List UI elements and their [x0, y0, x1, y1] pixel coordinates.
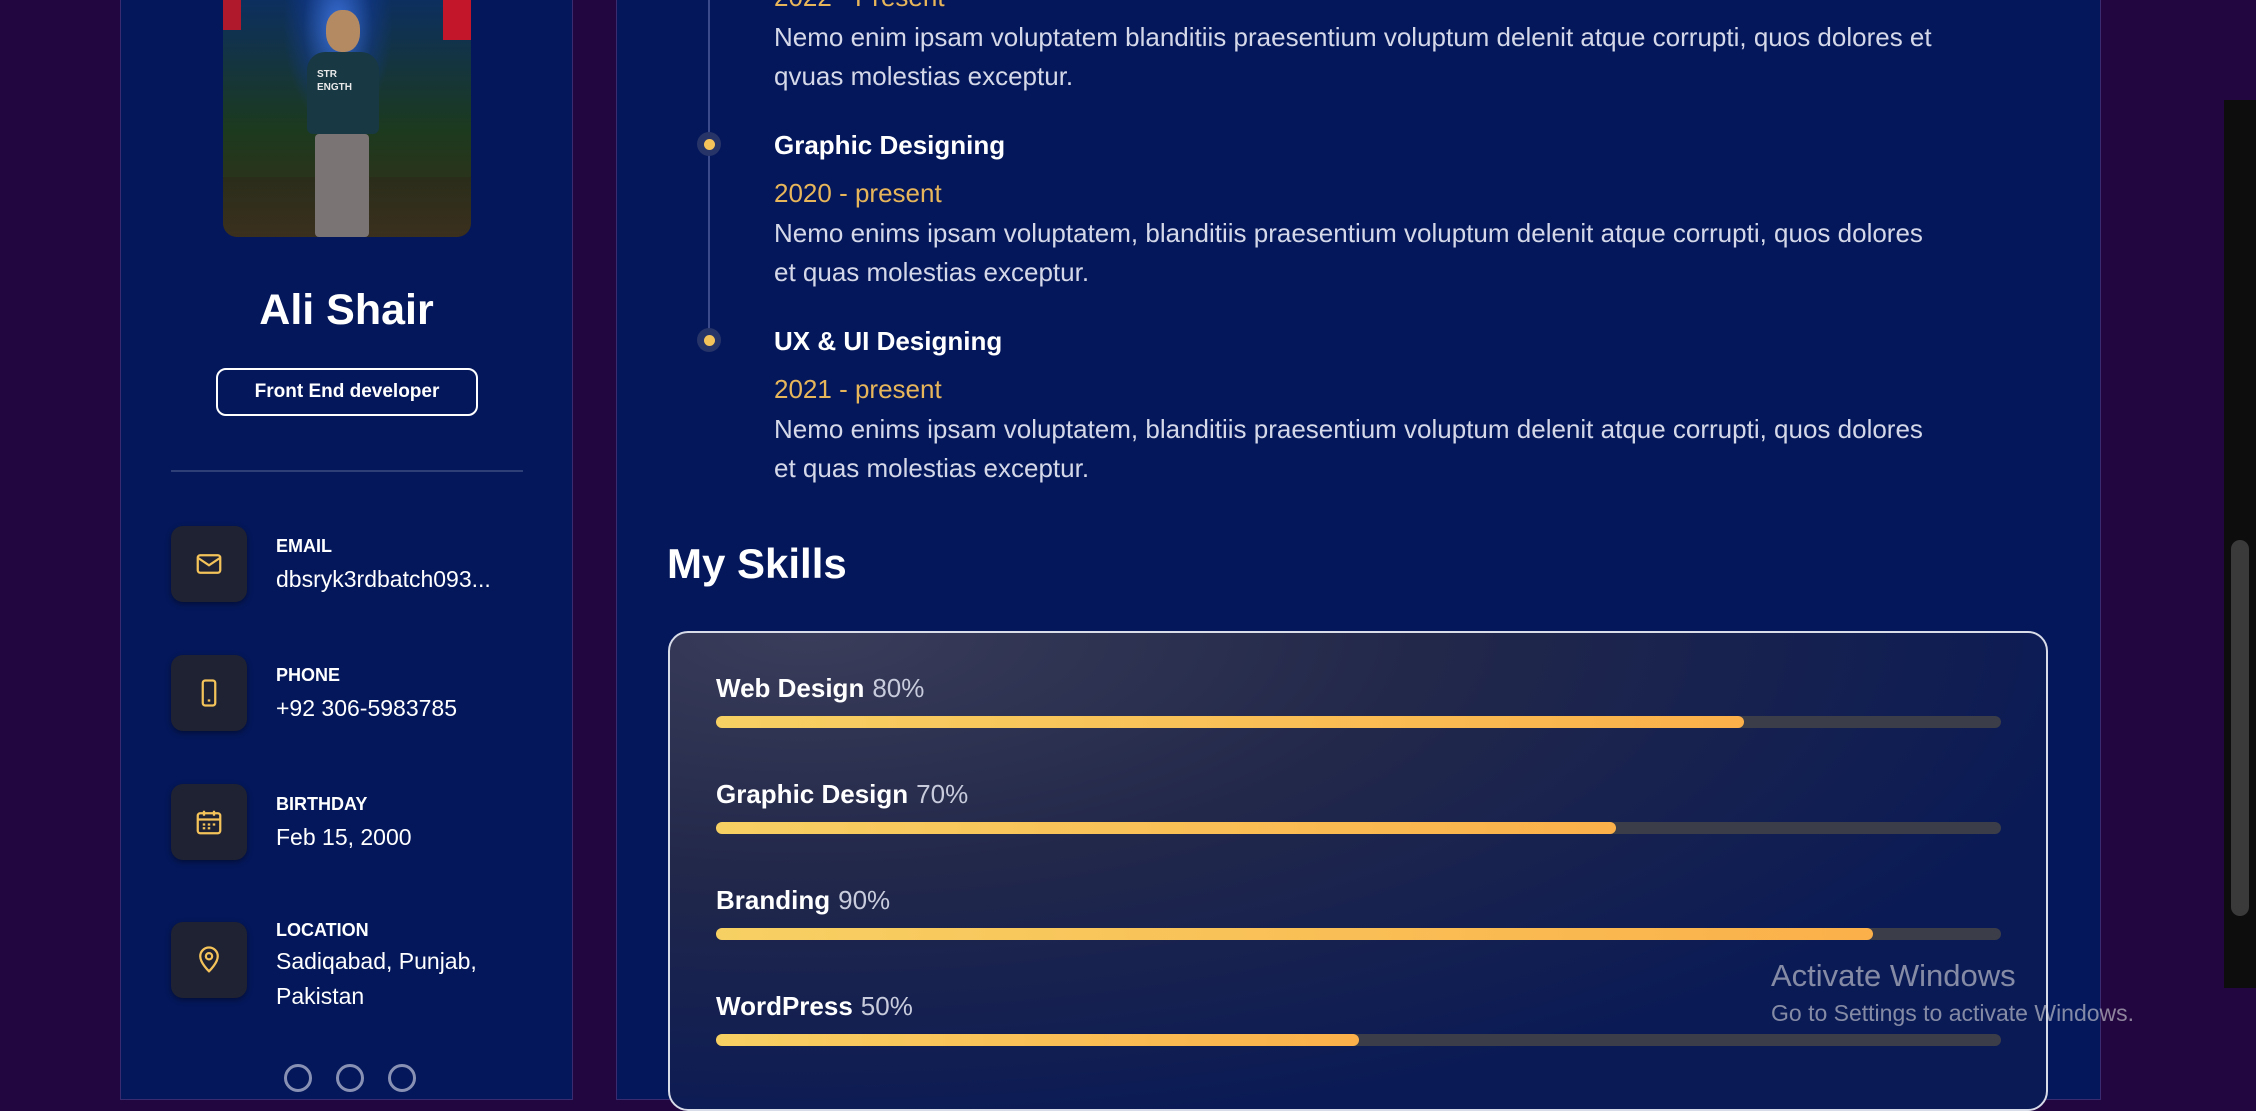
contact-value[interactable]: +92 306-5983785 [276, 691, 526, 726]
instagram-icon[interactable] [388, 1064, 416, 1092]
role-badge: Front End developer [216, 368, 478, 416]
timeline-dot [697, 328, 721, 352]
timeline-description: Nemo enims ipsam voluptatem, blanditiis … [774, 218, 1923, 287]
linkedin-icon[interactable] [336, 1064, 364, 1092]
avatar-red-banner [443, 0, 471, 40]
timeline-title: Graphic Designing [774, 130, 1006, 160]
skill-label: Graphic Design 70% [716, 779, 968, 810]
profile-name: Ali Shair [259, 286, 434, 334]
timeline-title: UX & UI Designing [774, 326, 1003, 356]
timeline-date: 2020 - present [774, 178, 942, 208]
skill-progress-fill [716, 1034, 1359, 1046]
avatar-legs [315, 134, 369, 237]
social-links [284, 1064, 416, 1092]
skill-percent: 80% [872, 673, 925, 703]
skill-progress-fill [716, 716, 1744, 728]
skill-percent: 70% [916, 779, 969, 809]
skill-name: WordPress [716, 991, 853, 1021]
contact-label: BIRTHDAY [276, 794, 368, 814]
avatar-head [326, 10, 360, 52]
contact-value: Feb 15, 2000 [276, 824, 412, 850]
contact-label: EMAIL [276, 536, 332, 556]
avatar-shirt-text: STR ENGTH [317, 69, 352, 93]
scrollbar-thumb[interactable] [2231, 540, 2249, 916]
contact-value[interactable]: dbsryk3rdbatch093... [276, 562, 526, 597]
skill-name: Web Design [716, 673, 865, 703]
avatar-red-banner-left [223, 0, 241, 30]
skill-progress-fill [716, 822, 1616, 834]
location-icon [171, 922, 247, 998]
skill-progress-track [716, 716, 2001, 728]
phone-icon [171, 655, 247, 731]
skill-name: Graphic Design [716, 779, 909, 809]
activate-windows-subtitle: Go to Settings to activate Windows. [1771, 1000, 2135, 1026]
timeline-line [708, 0, 710, 342]
avatar: STR ENGTH [223, 0, 471, 237]
skills-heading: My Skills [667, 540, 847, 587]
timeline-date: 2021 - present [774, 374, 942, 404]
timeline-description: Nemo enims ipsam voluptatem, blanditiis … [774, 414, 1923, 483]
skill-progress-track [716, 822, 2001, 834]
timeline-date: 2022 - Present [774, 0, 945, 13]
contact-value: Sadiqabad, Punjab, Pakistan [276, 948, 477, 1009]
calendar-icon [171, 784, 247, 860]
skill-name: Branding [716, 885, 831, 915]
skill-label: Branding 90% [716, 885, 890, 916]
skill-label: WordPress 50% [716, 991, 913, 1022]
activate-windows-title: Activate Windows [1771, 958, 2016, 993]
sidebar-divider [171, 470, 523, 472]
mail-icon [171, 526, 247, 602]
skill-percent: 50% [860, 991, 913, 1021]
skill-progress-track [716, 1034, 2001, 1046]
contact-label: LOCATION [276, 920, 369, 940]
facebook-icon[interactable] [284, 1064, 312, 1092]
timeline-dot [697, 132, 721, 156]
skill-progress-fill [716, 928, 1873, 940]
skill-label: Web Design 80% [716, 673, 924, 704]
timeline-description: Nemo enim ipsam voluptatem blanditiis pr… [774, 22, 1932, 91]
skill-progress-track [716, 928, 2001, 940]
contact-label: PHONE [276, 665, 341, 685]
skill-percent: 90% [838, 885, 891, 915]
